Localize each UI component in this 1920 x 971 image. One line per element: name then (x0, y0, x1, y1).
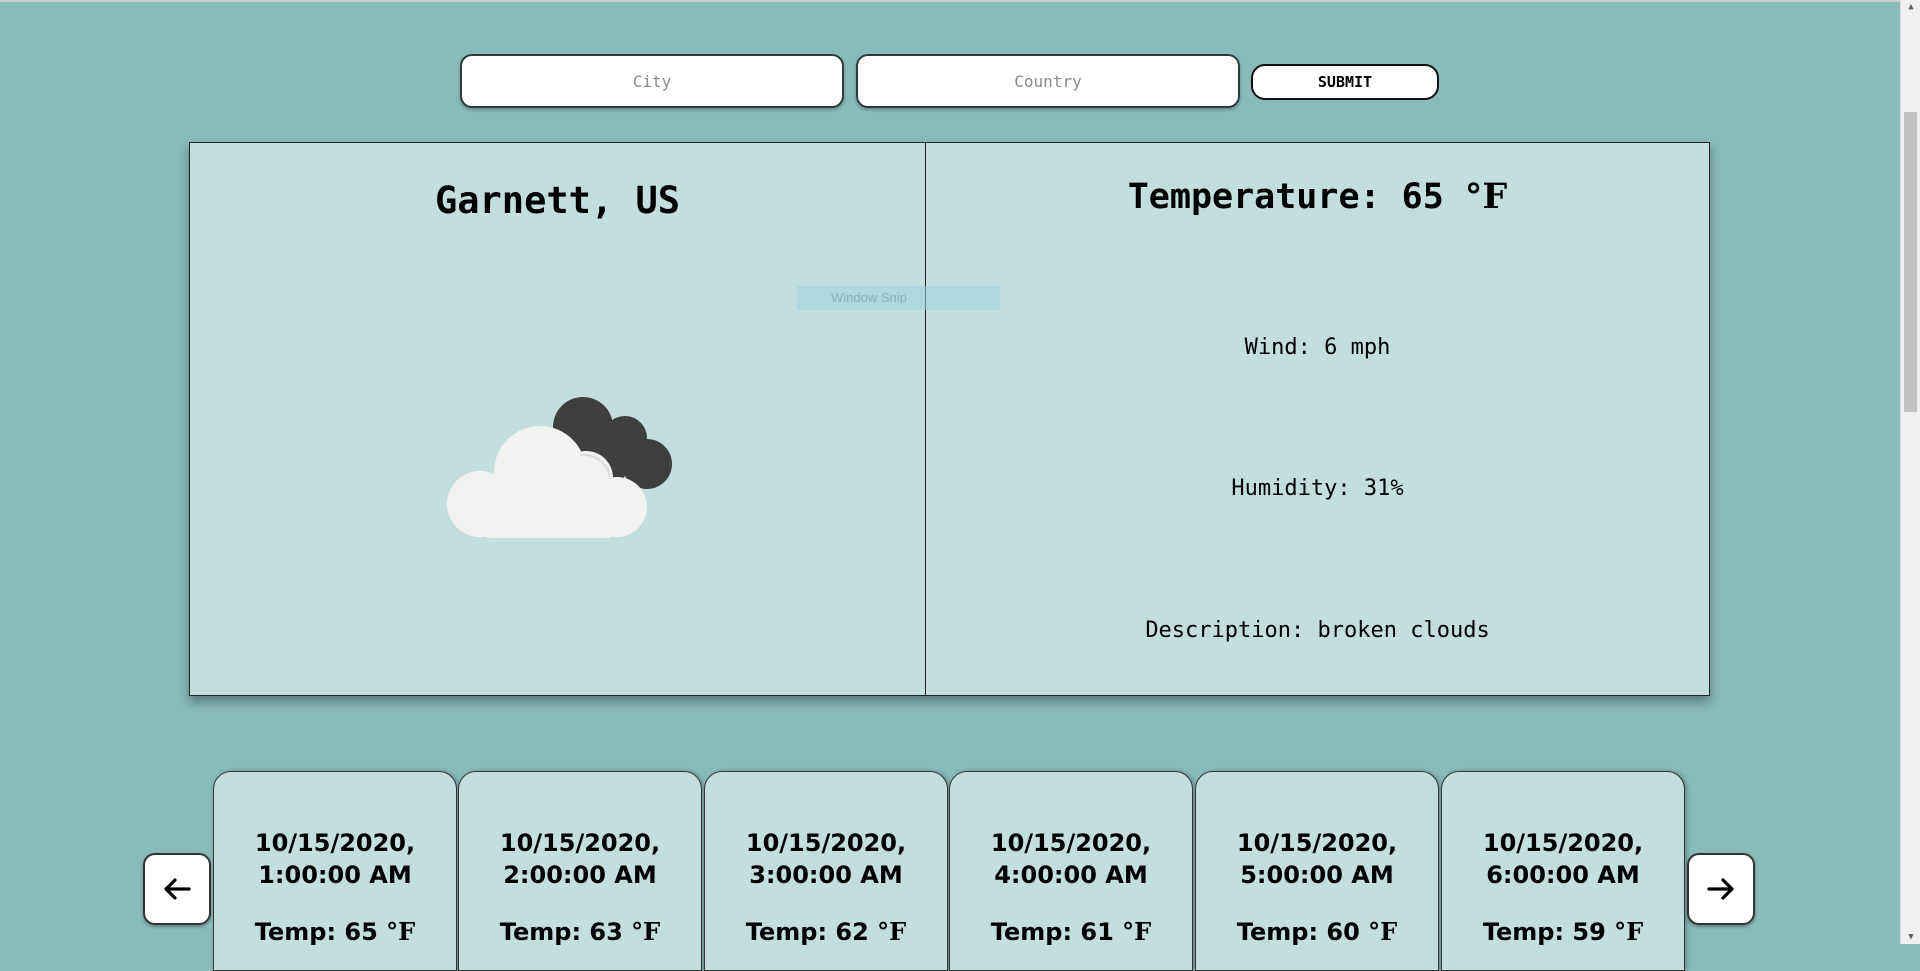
forecast-card: 10/15/2020, 2:00:00 AM Temp: 63 °F (458, 771, 702, 971)
forecast-datetime: 10/15/2020, 5:00:00 AM (1196, 827, 1438, 891)
previous-forecast-button[interactable] (143, 853, 211, 925)
scroll-down-icon[interactable]: ▼ (1901, 930, 1920, 944)
forecast-datetime: 10/15/2020, 4:00:00 AM (950, 827, 1192, 891)
forecast-date: 10/15/2020, (254, 829, 416, 857)
current-weather-card: Garnett, US Temperature: 65 °F Wind: 6 m… (189, 142, 1710, 696)
forecast-time: 4:00:00 AM (994, 861, 1148, 889)
scroll-up-icon[interactable]: ▲ (1901, 0, 1920, 14)
forecast-temp-label: Temp: 63 (499, 918, 632, 946)
forecast-time: 1:00:00 AM (258, 861, 412, 889)
forecast-temp-unit: °F (1614, 917, 1644, 946)
forecast-card: 10/15/2020, 3:00:00 AM Temp: 62 °F (704, 771, 948, 971)
forecast-date: 10/15/2020, (1236, 829, 1398, 857)
forecast-temp-label: Temp: 59 (1482, 918, 1615, 946)
forecast-date: 10/15/2020, (1482, 829, 1644, 857)
humidity-readout: Humidity: 31% (1231, 476, 1404, 501)
forecast-time: 5:00:00 AM (1240, 861, 1394, 889)
details-panel: Temperature: 65 °F Wind: 6 mph Humidity:… (926, 143, 1709, 695)
broken-clouds-icon (440, 383, 690, 547)
forecast-card: 10/15/2020, 6:00:00 AM Temp: 59 °F (1441, 771, 1685, 971)
forecast-card: 10/15/2020, 4:00:00 AM Temp: 61 °F (949, 771, 1193, 971)
forecast-temp: Temp: 65 °F (214, 917, 456, 946)
forecast-datetime: 10/15/2020, 2:00:00 AM (459, 827, 701, 891)
window-snip-overlay: Window Snip (797, 286, 1000, 310)
next-forecast-button[interactable] (1687, 853, 1755, 925)
forecast-temp-unit: °F (1122, 917, 1152, 946)
forecast-temp-unit: °F (877, 917, 907, 946)
scroll-thumb[interactable] (1904, 112, 1917, 412)
forecast-datetime: 10/15/2020, 6:00:00 AM (1442, 827, 1684, 891)
forecast-date: 10/15/2020, (499, 829, 661, 857)
country-input[interactable] (856, 54, 1240, 108)
forecast-temp-label: Temp: 61 (990, 918, 1123, 946)
forecast-datetime: 10/15/2020, 3:00:00 AM (705, 827, 947, 891)
wind-readout: Wind: 6 mph (1244, 335, 1391, 360)
forecast-temp: Temp: 60 °F (1196, 917, 1438, 946)
forecast-temp: Temp: 61 °F (950, 917, 1192, 946)
forecast-datetime: 10/15/2020, 1:00:00 AM (214, 827, 456, 891)
forecast-temp-unit: °F (1368, 917, 1398, 946)
temperature-unit: °F (1464, 176, 1508, 217)
forecast-temp-unit: °F (631, 917, 661, 946)
forecast-list: 10/15/2020, 1:00:00 AM Temp: 65 °F 10/15/… (213, 771, 1687, 971)
forecast-date: 10/15/2020, (990, 829, 1152, 857)
description-readout: Description: broken clouds (1145, 618, 1490, 643)
forecast-time: 6:00:00 AM (1486, 861, 1640, 889)
forecast-temp: Temp: 62 °F (705, 917, 947, 946)
forecast-card: 10/15/2020, 5:00:00 AM Temp: 60 °F (1195, 771, 1439, 971)
window-top-border (0, 0, 1920, 2)
forecast-temp-label: Temp: 65 (254, 918, 387, 946)
temperature-readout: Temperature: 65 °F (926, 176, 1709, 217)
forecast-date: 10/15/2020, (745, 829, 907, 857)
location-panel: Garnett, US (190, 143, 926, 695)
page-scrollbar[interactable]: ▲ ▼ (1900, 0, 1920, 944)
forecast-temp-unit: °F (386, 917, 416, 946)
forecast-temp-label: Temp: 62 (745, 918, 878, 946)
forecast-card: 10/15/2020, 1:00:00 AM Temp: 65 °F (213, 771, 457, 971)
location-title: Garnett, US (434, 179, 681, 222)
forecast-time: 3:00:00 AM (749, 861, 903, 889)
forecast-temp: Temp: 63 °F (459, 917, 701, 946)
forecast-temp-label: Temp: 60 (1236, 918, 1369, 946)
temperature-label: Temperature: 65 (1127, 177, 1465, 217)
forecast-time: 2:00:00 AM (503, 861, 657, 889)
forecast-temp: Temp: 59 °F (1442, 917, 1684, 946)
arrow-left-icon (164, 878, 191, 900)
city-input[interactable] (460, 54, 844, 108)
submit-button[interactable]: SUBMIT (1251, 64, 1439, 100)
arrow-right-icon (1707, 878, 1734, 900)
